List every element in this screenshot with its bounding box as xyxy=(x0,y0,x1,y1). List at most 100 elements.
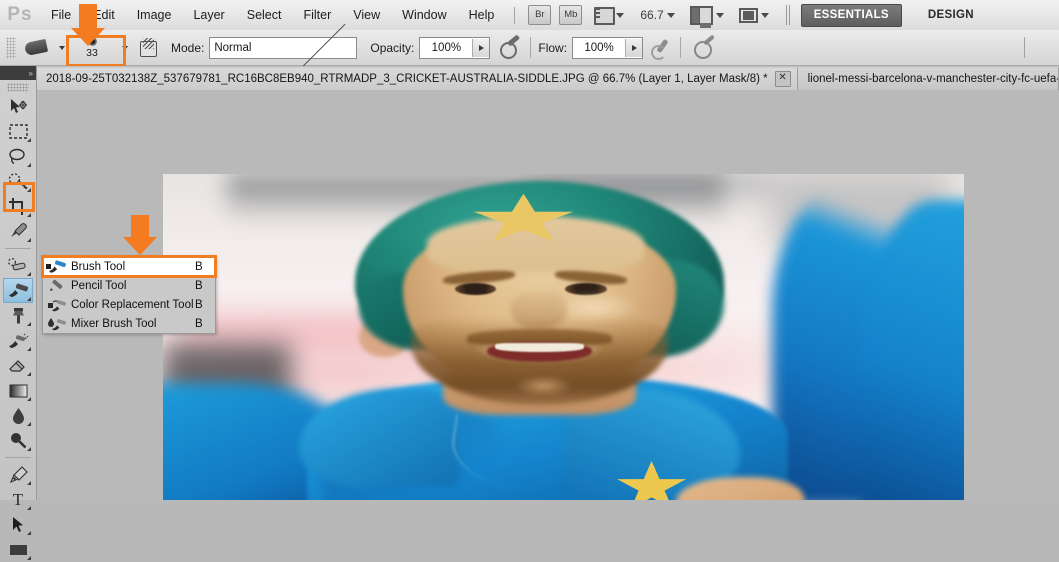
options-bar-grip[interactable] xyxy=(6,36,16,59)
menu-bar: Ps File Edit Image Layer Select Filter V… xyxy=(0,0,1059,31)
brush-tool-flyout-menu: Brush Tool B Pencil Tool B Color Replace… xyxy=(41,255,217,334)
tools-panel-header[interactable]: » xyxy=(0,66,36,80)
menu-window[interactable]: Window xyxy=(391,0,457,30)
zoom-level-value: 66.7 xyxy=(640,8,664,22)
view-extras-icon[interactable] xyxy=(594,7,616,25)
workspace-divider xyxy=(785,5,787,25)
tool-rectangular-marquee[interactable] xyxy=(3,119,33,144)
flyout-item-mixer-brush-tool[interactable]: Mixer Brush Tool B xyxy=(43,314,215,333)
options-bar: 33 Mode: Normal Opacity: 100% Flow: 100% xyxy=(0,17,1059,74)
tool-spot-healing-brush[interactable] xyxy=(3,253,33,278)
tool-path-selection[interactable] xyxy=(3,512,33,537)
tool-history-brush[interactable] xyxy=(3,328,33,353)
flow-stepper[interactable] xyxy=(625,38,643,57)
flow-field[interactable]: 100% xyxy=(572,36,644,59)
brush-preview-dot xyxy=(87,36,97,46)
tool-brush[interactable] xyxy=(3,278,33,303)
composite-photo xyxy=(163,174,964,500)
zoom-chevron-down-icon[interactable] xyxy=(666,12,675,18)
tool-gradient[interactable] xyxy=(3,378,33,403)
tool-preset-chevron-down-icon[interactable] xyxy=(59,45,65,50)
opacity-pressure-icon[interactable] xyxy=(499,38,521,59)
tool-eyedropper[interactable] xyxy=(3,219,33,244)
airbrush-toggle-icon[interactable] xyxy=(651,38,671,60)
menu-layer[interactable]: Layer xyxy=(182,0,235,30)
tool-clone-stamp[interactable] xyxy=(3,303,33,328)
photo-chin xyxy=(515,376,572,396)
flyout-item-label: Mixer Brush Tool xyxy=(71,317,157,330)
tool-more-triangle-icon xyxy=(27,213,31,217)
options-bar-end-divider xyxy=(1024,37,1025,58)
flyout-item-label: Pencil Tool xyxy=(71,279,127,292)
menu-edit[interactable]: Edit xyxy=(82,0,126,30)
color-replacement-tool-icon xyxy=(47,297,67,313)
flow-value: 100% xyxy=(584,41,614,54)
flyout-item-shortcut: B xyxy=(195,260,203,273)
document-tab-bar: 2018-09-25T032138Z_537679781_RC16BC8EB94… xyxy=(0,66,1059,91)
tab-lionel-messi[interactable]: lionel-messi-barcelona-v-manchester-city… xyxy=(797,67,1059,90)
mixer-brush-tool-icon xyxy=(47,316,67,332)
tool-more-triangle-icon xyxy=(27,163,31,167)
flyout-item-shortcut: B xyxy=(195,298,203,311)
arrange-documents-icon[interactable] xyxy=(689,5,713,28)
flyout-active-bullet xyxy=(46,264,51,269)
tool-more-triangle-icon xyxy=(27,272,31,276)
tool-crop[interactable] xyxy=(3,194,33,219)
mode-label: Mode: xyxy=(171,40,205,55)
workspace-design-button[interactable]: DESIGN xyxy=(916,5,986,26)
view-extras-chevron-down-icon[interactable] xyxy=(616,12,625,18)
tool-move[interactable] xyxy=(3,94,33,119)
current-tool-brush-icon[interactable] xyxy=(21,37,51,59)
brush-panel-toggle-icon[interactable] xyxy=(138,38,158,57)
tool-more-triangle-icon xyxy=(27,322,31,326)
flow-pressure-icon[interactable] xyxy=(694,38,716,59)
tool-quick-selection[interactable] xyxy=(3,169,33,194)
tool-more-triangle-icon xyxy=(27,481,31,485)
tool-more-triangle-icon xyxy=(27,506,31,510)
tools-divider-2 xyxy=(5,457,31,458)
mini-bridge-icon[interactable]: Mb xyxy=(559,5,583,25)
tool-dodge[interactable] xyxy=(3,428,33,453)
tool-more-triangle-icon xyxy=(27,422,31,426)
image-canvas[interactable] xyxy=(163,174,964,500)
tool-more-triangle-icon xyxy=(27,238,31,242)
workspace-essentials-button[interactable]: ESSENTIALS xyxy=(800,3,902,27)
flyout-item-label: Color Replacement Tool xyxy=(71,298,194,311)
opacity-value: 100% xyxy=(431,41,462,54)
flyout-item-pencil-tool[interactable]: Pencil Tool B xyxy=(43,276,215,295)
expand-panel-icon[interactable]: » xyxy=(29,69,34,78)
flyout-item-brush-tool[interactable]: Brush Tool B xyxy=(41,255,217,278)
blend-mode-select[interactable]: Normal xyxy=(209,17,358,74)
opacity-field[interactable]: 100% xyxy=(419,36,491,59)
close-icon[interactable]: ✕ xyxy=(774,71,791,87)
tool-lasso[interactable] xyxy=(3,144,33,169)
screen-mode-chevron-down-icon[interactable] xyxy=(760,12,769,18)
menubar-separator xyxy=(514,6,516,24)
menu-help[interactable]: Help xyxy=(458,0,506,30)
opacity-stepper[interactable] xyxy=(472,38,490,57)
tool-blur[interactable] xyxy=(3,403,33,428)
menu-file[interactable]: File xyxy=(40,0,82,30)
tool-rectangle[interactable] xyxy=(3,537,33,562)
tools-divider-1 xyxy=(5,248,31,249)
tab-title: lionel-messi-barcelona-v-manchester-city… xyxy=(807,73,1058,85)
bridge-icon[interactable]: Br xyxy=(528,5,552,25)
tool-pen[interactable] xyxy=(3,462,33,487)
brush-size-picker[interactable]: 33 xyxy=(69,33,115,62)
tool-more-triangle-icon xyxy=(27,297,31,301)
brush-preset-chevron-down-icon[interactable] xyxy=(122,45,128,50)
tools-panel-grip[interactable] xyxy=(7,83,29,92)
menu-select[interactable]: Select xyxy=(236,0,293,30)
options-separator xyxy=(530,37,532,58)
screen-mode-icon[interactable] xyxy=(738,7,758,23)
arrange-chevron-down-icon[interactable] xyxy=(715,12,724,18)
menu-image[interactable]: Image xyxy=(126,0,183,30)
menu-view[interactable]: View xyxy=(342,0,391,30)
tool-more-triangle-icon xyxy=(27,447,31,451)
flyout-item-color-replacement-tool[interactable]: Color Replacement Tool B xyxy=(43,295,215,314)
pencil-tool-icon xyxy=(47,278,67,294)
tab-cricket-australia-siddle[interactable]: 2018-09-25T032138Z_537679781_RC16BC8EB94… xyxy=(36,67,798,90)
tool-eraser[interactable] xyxy=(3,353,33,378)
photo-eye-left xyxy=(454,282,497,295)
tool-more-triangle-icon xyxy=(27,188,31,192)
